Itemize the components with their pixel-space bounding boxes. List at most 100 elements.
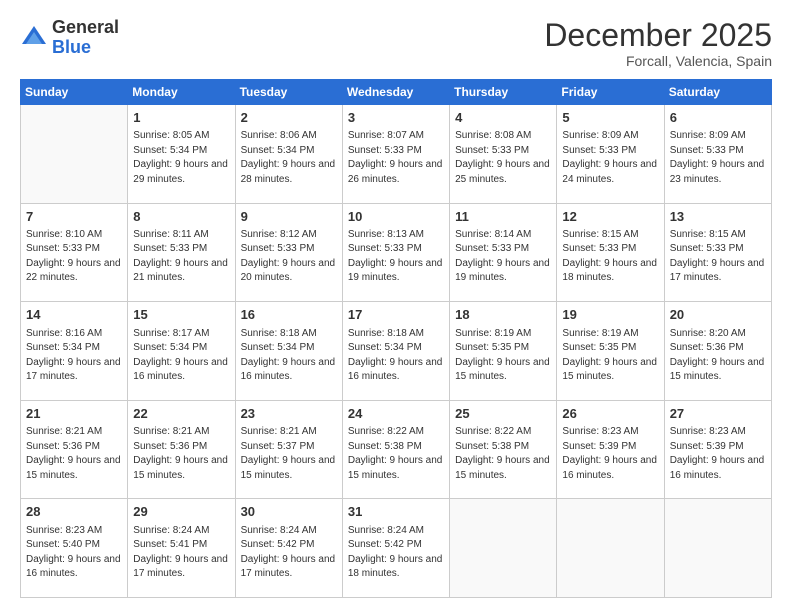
calendar-week-0: 1 Sunrise: 8:05 AMSunset: 5:34 PMDaylight… — [21, 105, 772, 204]
cell-content: Sunrise: 8:12 AMSunset: 5:33 PMDaylight:… — [241, 228, 337, 286]
logo-general: General — [52, 17, 119, 37]
calendar-cell: 20 Sunrise: 8:20 AMSunset: 5:36 PMDayligh… — [664, 302, 771, 401]
calendar-cell: 11 Sunrise: 8:14 AMSunset: 5:33 PMDayligh… — [450, 203, 557, 302]
cell-content: Sunrise: 8:24 AMSunset: 5:42 PMDaylight:… — [241, 524, 337, 582]
calendar-cell: 21Sunrise: 8:21 AMSunset: 5:36 PMDayligh… — [21, 400, 128, 499]
cell-content: Sunrise: 8:13 AMSunset: 5:33 PMDaylight:… — [348, 228, 444, 286]
cell-content: Sunrise: 8:17 AMSunset: 5:34 PMDaylight:… — [133, 327, 229, 385]
day-number: 21 — [26, 405, 122, 423]
calendar-cell — [664, 499, 771, 598]
calendar-cell — [450, 499, 557, 598]
cell-content: Sunrise: 8:23 AMSunset: 5:39 PMDaylight:… — [670, 425, 766, 483]
cell-content: Sunrise: 8:06 AMSunset: 5:34 PMDaylight:… — [241, 129, 337, 187]
day-number: 23 — [241, 405, 337, 423]
day-header-sunday: Sunday — [21, 80, 128, 105]
cell-content: Sunrise: 8:15 AMSunset: 5:33 PMDaylight:… — [562, 228, 658, 286]
calendar-cell: 31 Sunrise: 8:24 AMSunset: 5:42 PMDayligh… — [342, 499, 449, 598]
cell-content: Sunrise: 8:07 AMSunset: 5:33 PMDaylight:… — [348, 129, 444, 187]
calendar-cell: 18 Sunrise: 8:19 AMSunset: 5:35 PMDayligh… — [450, 302, 557, 401]
title-section: December 2025 Forcall, Valencia, Spain — [544, 18, 772, 69]
calendar-cell: 2 Sunrise: 8:06 AMSunset: 5:34 PMDaylight… — [235, 105, 342, 204]
calendar-cell: 27 Sunrise: 8:23 AMSunset: 5:39 PMDayligh… — [664, 400, 771, 499]
cell-content: Sunrise: 8:09 AMSunset: 5:33 PMDaylight:… — [562, 129, 658, 187]
day-number: 22 — [133, 405, 229, 423]
day-number: 10 — [348, 208, 444, 226]
day-number: 6 — [670, 109, 766, 127]
logo-text: General Blue — [52, 18, 119, 58]
day-header-saturday: Saturday — [664, 80, 771, 105]
calendar-cell: 7Sunrise: 8:10 AMSunset: 5:33 PMDaylight… — [21, 203, 128, 302]
calendar-cell: 4 Sunrise: 8:08 AMSunset: 5:33 PMDaylight… — [450, 105, 557, 204]
cell-content: Sunrise: 8:21 AMSunset: 5:37 PMDaylight:… — [241, 425, 337, 483]
calendar-week-3: 21 Sunrise: 8:21 AMSunset: 5:36 PMDayligh… — [21, 400, 772, 499]
calendar-cell: 24 Sunrise: 8:22 AMSunset: 5:38 PMDayligh… — [342, 400, 449, 499]
day-number: 11 — [455, 208, 551, 226]
day-number: 29 — [133, 503, 229, 521]
calendar-cell: 17 Sunrise: 8:18 AMSunset: 5:34 PMDayligh… — [342, 302, 449, 401]
logo: General Blue — [20, 18, 119, 58]
day-number: 20 — [670, 306, 766, 324]
day-number: 24 — [348, 405, 444, 423]
day-number: 28 — [26, 503, 122, 521]
day-header-friday: Friday — [557, 80, 664, 105]
calendar-cell: 6 Sunrise: 8:09 AMSunset: 5:33 PMDaylight… — [664, 105, 771, 204]
calendar-cell: 30 Sunrise: 8:24 AMSunset: 5:42 PMDayligh… — [235, 499, 342, 598]
cell-content: Sunrise: 8:20 AMSunset: 5:36 PMDaylight:… — [670, 327, 766, 385]
day-header-wednesday: Wednesday — [342, 80, 449, 105]
day-header-thursday: Thursday — [450, 80, 557, 105]
day-number: 2 — [241, 109, 337, 127]
cell-content: Sunrise: 8:22 AMSunset: 5:38 PMDaylight:… — [348, 425, 444, 483]
logo-blue-text: Blue — [52, 37, 91, 57]
day-number: 8 — [133, 208, 229, 226]
cell-content: Sunrise: 8:15 AMSunset: 5:33 PMDaylight:… — [670, 228, 766, 286]
day-number: 1 — [133, 109, 229, 127]
logo-icon — [20, 24, 48, 52]
calendar-week-4: 28 Sunrise: 8:23 AMSunset: 5:40 PMDayligh… — [21, 499, 772, 598]
day-number: 18 — [455, 306, 551, 324]
calendar-cell — [557, 499, 664, 598]
calendar-table: SundayMondayTuesdayWednesdayThursdayFrid… — [20, 79, 772, 598]
day-number: 4 — [455, 109, 551, 127]
day-number: 27 — [670, 405, 766, 423]
cell-content: Sunrise: 8:14 AMSunset: 5:33 PMDaylight:… — [455, 228, 551, 286]
day-number: 9 — [241, 208, 337, 226]
cell-content: Sunrise: 8:22 AMSunset: 5:38 PMDaylight:… — [455, 425, 551, 483]
cell-content: Sunrise: 8:09 AMSunset: 5:33 PMDaylight:… — [670, 129, 766, 187]
cell-content: Sunrise: 8:18 AMSunset: 5:34 PMDaylight:… — [348, 327, 444, 385]
day-number: 31 — [348, 503, 444, 521]
cell-content: Sunrise: 8:23 AMSunset: 5:40 PMDaylight:… — [26, 524, 122, 582]
calendar-cell: 10 Sunrise: 8:13 AMSunset: 5:33 PMDayligh… — [342, 203, 449, 302]
cell-content: Sunrise: 8:19 AMSunset: 5:35 PMDaylight:… — [455, 327, 551, 385]
day-number: 15 — [133, 306, 229, 324]
cell-content: Sunrise: 8:23 AMSunset: 5:39 PMDaylight:… — [562, 425, 658, 483]
calendar-cell: 19Sunrise: 8:19 AMSunset: 5:35 PMDayligh… — [557, 302, 664, 401]
cell-content: Sunrise: 8:08 AMSunset: 5:33 PMDaylight:… — [455, 129, 551, 187]
header: General Blue December 2025 Forcall, Vale… — [20, 18, 772, 69]
day-number: 30 — [241, 503, 337, 521]
calendar-cell: 3Sunrise: 8:07 AMSunset: 5:33 PMDaylight… — [342, 105, 449, 204]
day-number: 14 — [26, 306, 122, 324]
cell-content: Sunrise: 8:05 AMSunset: 5:34 PMDaylight:… — [133, 129, 229, 187]
calendar-cell: 9 Sunrise: 8:12 AMSunset: 5:33 PMDaylight… — [235, 203, 342, 302]
day-number: 13 — [670, 208, 766, 226]
cell-content: Sunrise: 8:24 AMSunset: 5:42 PMDaylight:… — [348, 524, 444, 582]
calendar-cell: 8Sunrise: 8:11 AMSunset: 5:33 PMDaylight… — [128, 203, 235, 302]
day-header-monday: Monday — [128, 80, 235, 105]
calendar-cell — [21, 105, 128, 204]
calendar-cell: 16 Sunrise: 8:18 AMSunset: 5:34 PMDayligh… — [235, 302, 342, 401]
page: General Blue December 2025 Forcall, Vale… — [0, 0, 792, 612]
calendar-cell: 13 Sunrise: 8:15 AMSunset: 5:33 PMDayligh… — [664, 203, 771, 302]
day-number: 7 — [26, 208, 122, 226]
cell-content: Sunrise: 8:21 AMSunset: 5:36 PMDaylight:… — [133, 425, 229, 483]
location: Forcall, Valencia, Spain — [544, 53, 772, 69]
calendar-cell: 1 Sunrise: 8:05 AMSunset: 5:34 PMDaylight… — [128, 105, 235, 204]
cell-content: Sunrise: 8:24 AMSunset: 5:41 PMDaylight:… — [133, 524, 229, 582]
day-number: 16 — [241, 306, 337, 324]
day-number: 17 — [348, 306, 444, 324]
calendar-cell: 14Sunrise: 8:16 AMSunset: 5:34 PMDayligh… — [21, 302, 128, 401]
calendar-cell: 28 Sunrise: 8:23 AMSunset: 5:40 PMDayligh… — [21, 499, 128, 598]
day-number: 5 — [562, 109, 658, 127]
calendar-week-1: 7Sunrise: 8:10 AMSunset: 5:33 PMDaylight… — [21, 203, 772, 302]
cell-content: Sunrise: 8:18 AMSunset: 5:34 PMDaylight:… — [241, 327, 337, 385]
calendar-week-2: 14Sunrise: 8:16 AMSunset: 5:34 PMDayligh… — [21, 302, 772, 401]
